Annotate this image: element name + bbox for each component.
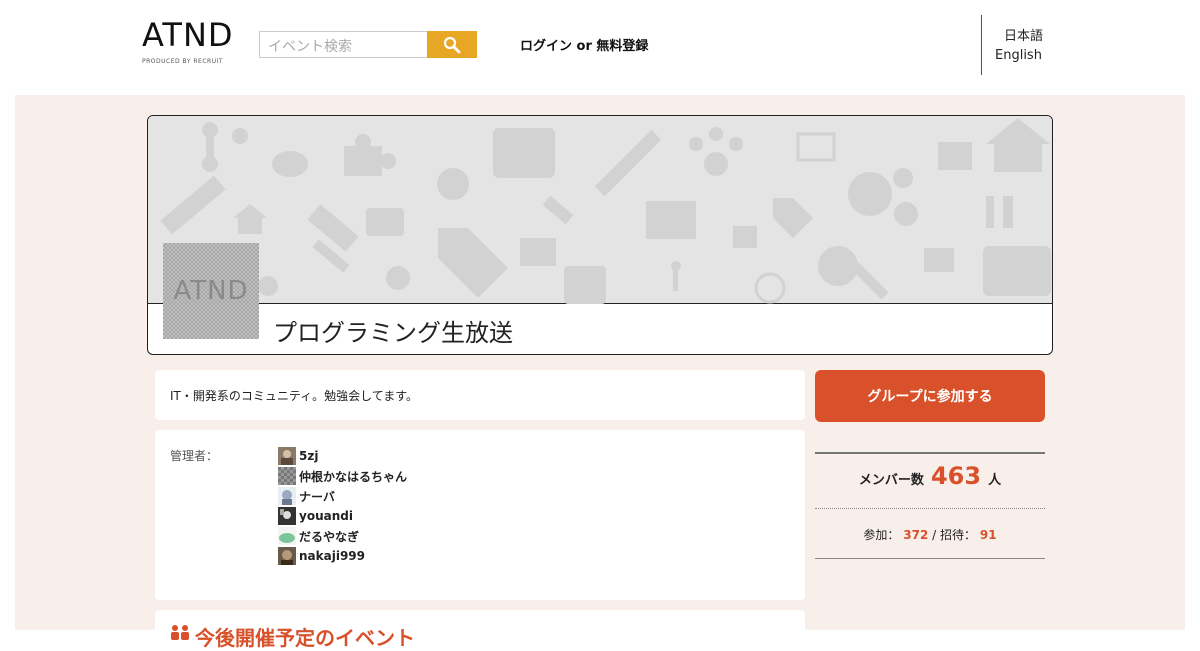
admin-item[interactable]: ナーバ xyxy=(278,486,407,506)
group-title: プログラミング生放送 xyxy=(273,319,513,347)
admin-name: だるやなぎ xyxy=(299,529,360,544)
admins-list: 5zj 仲根かなはるちゃん ナーバ youandi だるやなぎ nakaji99… xyxy=(278,446,407,566)
lang-english-link[interactable]: English xyxy=(995,48,1042,63)
member-count-value[interactable]: 463 xyxy=(931,462,981,490)
member-count: メンバー数 463 人 xyxy=(815,462,1045,490)
invite-count-value[interactable]: 91 xyxy=(980,528,997,542)
admin-item[interactable]: nakaji999 xyxy=(278,546,407,566)
admin-item[interactable]: 仲根かなはるちゃん xyxy=(278,466,407,486)
description-card: IT・開発系のコミュニティ。勉強会してます。 xyxy=(155,370,805,420)
invite-count-label: 招待： xyxy=(940,528,977,542)
admin-name: 仲根かなはるちゃん xyxy=(299,469,408,484)
login-link[interactable]: ログイン or 無料登録 xyxy=(520,35,648,54)
header: ATND PRODUCED BY RECRUIT イベント検索 ログイン or … xyxy=(0,0,1200,95)
admin-name: 5zj xyxy=(299,449,319,463)
stats-separator: / xyxy=(932,528,937,542)
group-avatar-text: ATND xyxy=(173,276,249,306)
divider xyxy=(981,15,982,75)
search-icon xyxy=(443,36,461,53)
admin-name: nakaji999 xyxy=(299,549,365,563)
join-count-label: 参加： xyxy=(863,528,900,542)
logo-text: ATND xyxy=(142,16,234,54)
search-input[interactable]: イベント検索 xyxy=(259,31,427,58)
avatar xyxy=(278,547,296,565)
join-group-button[interactable]: グループに参加する xyxy=(815,370,1045,422)
avatar xyxy=(278,507,296,525)
people-icon xyxy=(171,625,189,640)
admin-item[interactable]: youandi xyxy=(278,506,407,526)
member-count-label: メンバー数 xyxy=(858,473,924,488)
banner-pattern-icons xyxy=(160,118,1051,304)
search-button[interactable] xyxy=(427,31,477,58)
avatar xyxy=(278,447,296,465)
avatar xyxy=(278,527,296,545)
divider xyxy=(815,508,1045,509)
admin-item[interactable]: だるやなぎ xyxy=(278,526,407,546)
admin-name: youandi xyxy=(299,509,353,523)
admins-card: 管理者： 5zj 仲根かなはるちゃん ナーバ youandi だるやなぎ nak… xyxy=(155,430,805,600)
atnd-logo[interactable]: ATND PRODUCED BY RECRUIT xyxy=(142,16,234,70)
join-count-value[interactable]: 372 xyxy=(903,528,928,542)
participation-stats: 参加： 372 / 招待： 91 xyxy=(815,526,1045,543)
divider xyxy=(815,558,1045,559)
upcoming-events-title: 今後開催予定のイベント xyxy=(195,626,415,650)
admin-item[interactable]: 5zj xyxy=(278,446,407,466)
avatar xyxy=(278,467,296,485)
logo-subtext: PRODUCED BY RECRUIT xyxy=(142,58,224,65)
banner-background xyxy=(148,116,1052,304)
group-avatar: ATND xyxy=(163,243,259,339)
admin-name: ナーバ xyxy=(299,489,335,504)
lang-japanese-link[interactable]: 日本語 xyxy=(1004,25,1043,44)
admins-label: 管理者： xyxy=(170,449,219,463)
avatar xyxy=(278,487,296,505)
upcoming-events-card: 今後開催予定のイベント xyxy=(155,610,805,650)
member-count-unit: 人 xyxy=(988,473,1002,488)
divider xyxy=(815,452,1045,454)
group-description: IT・開発系のコミュニティ。勉強会してます。 xyxy=(170,389,418,403)
